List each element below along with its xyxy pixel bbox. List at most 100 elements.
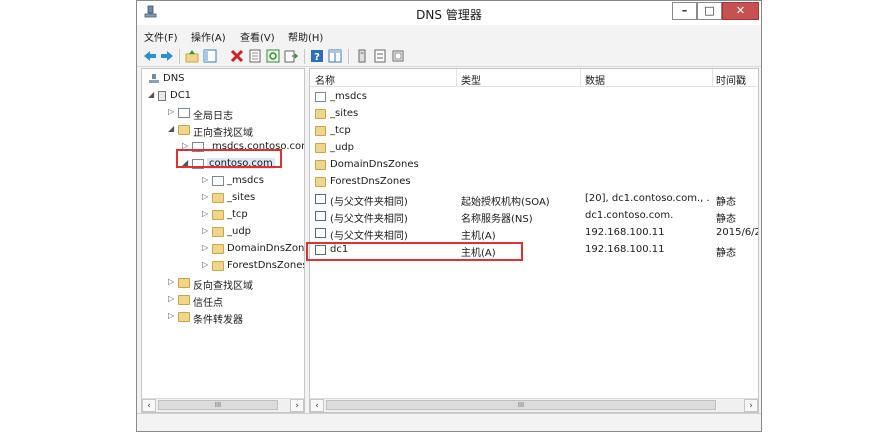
properties-icon[interactable] xyxy=(248,49,262,63)
cell-name: DomainDnsZones xyxy=(330,159,419,170)
scroll-left-button[interactable]: ‹ xyxy=(142,399,156,412)
show-tree-icon[interactable] xyxy=(203,49,217,63)
list-row[interactable]: _msdcs xyxy=(310,89,758,106)
folder-icon xyxy=(178,295,190,305)
cell-name: (与父文件夹相同) xyxy=(330,231,408,242)
collapsed-arrow-icon[interactable]: ▷ xyxy=(168,277,176,286)
cell-data: [20], dc1.contoso.com., ... xyxy=(585,193,710,204)
collapsed-arrow-icon[interactable]: ▷ xyxy=(168,107,176,116)
menu-file[interactable]: 文件(F) xyxy=(144,29,178,44)
folder-icon xyxy=(212,261,224,271)
cell-name: _sites xyxy=(330,108,359,119)
cell-data: 192.168.100.11 xyxy=(585,227,665,238)
folder-icon xyxy=(315,143,326,153)
list-horizontal-scrollbar[interactable]: ‹ III › xyxy=(310,398,758,412)
cell-timestamp: 静态 xyxy=(716,248,736,259)
console-tree-pane[interactable]: DNS ◢ DC1 ▷ 全局日志 ◢ 正向查找区域 ▷ _msdcs.conto… xyxy=(141,68,305,413)
column-header-timestamp[interactable]: 时间戳 xyxy=(716,72,746,87)
minimize-button[interactable]: – xyxy=(672,2,697,20)
back-icon[interactable] xyxy=(143,49,157,63)
tree-label-forestdnszones: ForestDnsZones xyxy=(227,260,305,271)
cell-type: 主机(A) xyxy=(461,231,496,242)
menu-view[interactable]: 查看(V) xyxy=(240,29,275,44)
list-row[interactable]: (与父文件夹相同) 名称服务器(NS) dc1.contoso.com. 静态 xyxy=(310,208,758,225)
column-header-data[interactable]: 数据 xyxy=(585,72,605,87)
list-row[interactable]: _tcp xyxy=(310,123,758,140)
dns-record-icon xyxy=(315,211,326,221)
collapsed-arrow-icon[interactable]: ▷ xyxy=(202,226,210,235)
tree-label-msdcs: _msdcs xyxy=(227,175,265,186)
up-icon[interactable] xyxy=(185,49,199,63)
column-header-type[interactable]: 类型 xyxy=(461,72,481,87)
column-header-bar: 名称 类型 数据 时间戳 xyxy=(310,69,758,87)
scroll-left-button[interactable]: ‹ xyxy=(310,399,324,412)
console-icon[interactable] xyxy=(328,49,342,63)
folder-icon xyxy=(212,193,224,203)
delete-icon[interactable] xyxy=(230,49,244,63)
folder-icon xyxy=(315,160,326,170)
cell-data: 192.168.100.11 xyxy=(585,244,665,255)
tree-horizontal-scrollbar[interactable]: ‹ III › xyxy=(142,398,304,412)
status-bar xyxy=(137,413,761,431)
help-icon[interactable]: ? xyxy=(310,49,324,63)
cell-name: _msdcs xyxy=(330,91,368,102)
collapsed-arrow-icon[interactable]: ▷ xyxy=(168,311,176,320)
column-header-name[interactable]: 名称 xyxy=(315,72,335,87)
folder-icon xyxy=(178,312,190,322)
collapsed-arrow-icon[interactable]: ▷ xyxy=(202,260,210,269)
title-bar[interactable]: DNS 管理器 – □ ✕ xyxy=(137,1,761,25)
server-icon xyxy=(158,91,166,101)
forward-icon[interactable] xyxy=(160,49,174,63)
tree-label-sites: _sites xyxy=(227,192,256,203)
cell-timestamp: 静态 xyxy=(716,197,736,208)
tree-label-udp: _udp xyxy=(227,226,252,237)
dns-icon xyxy=(149,74,159,83)
collapsed-arrow-icon[interactable]: ▷ xyxy=(202,192,210,201)
maximize-button[interactable]: □ xyxy=(697,2,722,20)
menu-help[interactable]: 帮助(H) xyxy=(288,29,323,44)
export-icon[interactable] xyxy=(284,49,298,63)
scroll-thumb[interactable]: III xyxy=(326,400,716,410)
tree-label-forward-zones: 正向查找区域 xyxy=(193,128,253,139)
scroll-thumb[interactable]: III xyxy=(158,400,278,410)
folder-icon xyxy=(315,126,326,136)
results-list-pane[interactable]: 名称 类型 数据 时间戳 _msdcs _sites _tcp _udp Dom… xyxy=(309,68,759,413)
collapsed-arrow-icon[interactable]: ▷ xyxy=(168,294,176,303)
cell-name: (与父文件夹相同) xyxy=(330,197,408,208)
tree-label-dns: DNS xyxy=(163,73,185,84)
list-row[interactable]: (与父文件夹相同) 起始授权机构(SOA) [20], dc1.contoso.… xyxy=(310,191,758,208)
scroll-right-button[interactable]: › xyxy=(290,399,304,412)
list-row[interactable]: _udp xyxy=(310,140,758,157)
tree-label-dc1: DC1 xyxy=(170,90,192,101)
cell-timestamp: 静态 xyxy=(716,214,736,225)
highlight-box-dc1-record xyxy=(306,242,523,261)
folder-icon xyxy=(178,278,190,288)
menu-action[interactable]: 操作(A) xyxy=(191,29,226,44)
cell-type: 起始授权机构(SOA) xyxy=(461,197,550,208)
new-alias-icon[interactable] xyxy=(373,49,387,63)
window-title: DNS 管理器 xyxy=(416,8,482,22)
folder-icon xyxy=(212,210,224,220)
new-mail-exchanger-icon[interactable] xyxy=(391,49,405,63)
list-row[interactable]: _sites xyxy=(310,106,758,123)
list-row[interactable]: ForestDnsZones xyxy=(310,174,758,191)
cell-name: (与父文件夹相同) xyxy=(330,214,408,225)
menu-bar: 文件(F) 操作(A) 查看(V) 帮助(H) xyxy=(137,25,761,45)
scroll-right-button[interactable]: › xyxy=(744,399,758,412)
list-row[interactable]: DomainDnsZones xyxy=(310,157,758,174)
new-host-icon[interactable] xyxy=(355,49,369,63)
close-button[interactable]: ✕ xyxy=(722,2,759,20)
collapsed-arrow-icon[interactable]: ▷ xyxy=(202,209,210,218)
svg-text:?: ? xyxy=(314,52,320,63)
list-row[interactable]: (与父文件夹相同) 主机(A) 192.168.100.11 2015/6/2 xyxy=(310,225,758,242)
cell-name: _udp xyxy=(330,142,355,153)
cell-name: ForestDnsZones xyxy=(330,176,411,187)
toolbar: ? xyxy=(137,45,761,67)
tree-label-conditional-forwarders: 条件转发器 xyxy=(193,315,243,326)
expanded-arrow-icon[interactable]: ◢ xyxy=(168,124,176,133)
collapsed-arrow-icon[interactable]: ▷ xyxy=(202,175,210,184)
collapsed-arrow-icon[interactable]: ▷ xyxy=(202,243,210,252)
refresh-icon[interactable] xyxy=(266,49,280,63)
zone-icon xyxy=(212,176,224,186)
expanded-arrow-icon[interactable]: ◢ xyxy=(148,90,156,99)
